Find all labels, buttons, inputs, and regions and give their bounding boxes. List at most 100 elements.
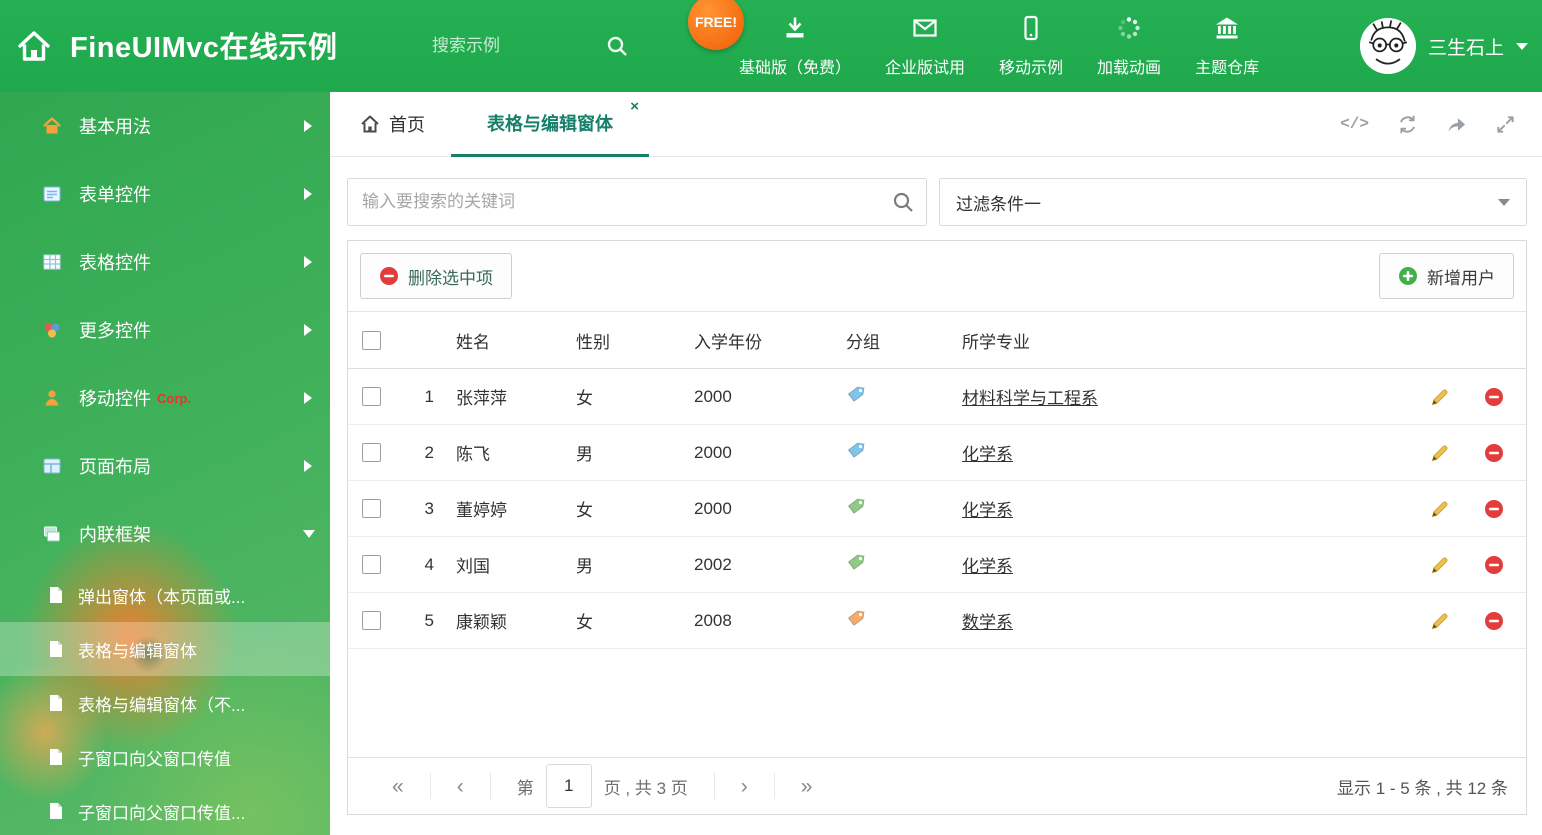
share-icon[interactable] [1446, 114, 1467, 135]
major-link[interactable]: 数学系 [962, 613, 1013, 632]
tab-home[interactable]: 首页 [330, 92, 451, 156]
sidebar-item[interactable]: 移动控件 Corp. [0, 364, 330, 432]
cell-gender: 男 [576, 557, 593, 576]
sidebar-subitem[interactable]: 表格与编辑窗体 [0, 622, 330, 676]
delete-icon[interactable] [1484, 387, 1504, 407]
page-prefix: 第 [516, 778, 534, 798]
header-search [430, 0, 628, 92]
mail-icon [911, 14, 939, 47]
next-page-button[interactable]: › [715, 771, 774, 801]
pagination-bar: « ‹ 第 1 页 , 共 3 页 › » 显示 1 - 5 条 , 共 12 … [348, 757, 1526, 814]
row-checkbox[interactable] [361, 499, 381, 518]
cell-gender: 女 [576, 389, 593, 408]
tab-active[interactable]: 表格与编辑窗体 × [451, 92, 649, 157]
row-checkbox[interactable] [361, 611, 381, 630]
chevron-right-icon [304, 188, 312, 200]
major-link[interactable]: 化学系 [962, 501, 1013, 520]
row-checkbox[interactable] [361, 387, 381, 406]
filter-row: 过滤条件一 [347, 178, 1527, 226]
keyword-search-input[interactable] [348, 179, 926, 225]
spinner-icon [1115, 14, 1143, 47]
sidebar-item[interactable]: 页面布局 [0, 432, 330, 500]
home-icon [42, 115, 64, 137]
corp-badge: Corp. [157, 390, 191, 406]
sidebar-subitem-label: 表格与编辑窗体 [78, 641, 197, 661]
app-window: FineUIMvc在线示例 FREE! 基础版（免费）企业版试用移动示例加载动画… [0, 0, 1542, 835]
edit-icon[interactable] [1430, 499, 1450, 519]
chevron-right-icon [304, 392, 312, 404]
group-tag-icon [840, 552, 956, 577]
cell-year: 2000 [694, 498, 732, 518]
record-summary: 显示 1 - 5 条 , 共 12 条 [1337, 778, 1508, 798]
file-icon [48, 748, 64, 766]
header-nav-spinner[interactable]: 加载动画 [1080, 14, 1178, 78]
select-all-checkbox[interactable] [361, 330, 381, 350]
col-name: 姓名 [456, 332, 490, 352]
delete-icon[interactable] [1484, 443, 1504, 463]
refresh-icon[interactable] [1397, 114, 1418, 135]
filter-dropdown[interactable]: 过滤条件一 [939, 178, 1527, 226]
sidebar-item[interactable]: 内联框架 [0, 500, 330, 568]
edit-icon[interactable] [1430, 611, 1450, 631]
tab-tools: </> [1340, 92, 1542, 156]
major-link[interactable]: 化学系 [962, 557, 1013, 576]
user-name: 三生石上 [1427, 37, 1504, 59]
table-row: 5 康颖颖 女 2008 数学系 [348, 593, 1526, 649]
sidebar-item[interactable]: 更多控件 [0, 296, 330, 364]
cell-name: 陈飞 [456, 445, 490, 464]
delete-selected-button[interactable]: 删除选中项 [360, 253, 512, 299]
file-icon [48, 640, 64, 658]
sidebar-subitem[interactable]: 子窗口向父窗口传值 [0, 730, 330, 784]
app-home-icon[interactable] [16, 28, 52, 64]
header-nav-label: 主题仓库 [1195, 60, 1260, 77]
group-tag-icon [840, 384, 956, 409]
sidebar-subitem[interactable]: 弹出窗体（本页面或... [0, 568, 330, 622]
first-page-button[interactable]: « [366, 771, 430, 801]
sidebar-subitem[interactable]: 表格与编辑窗体（不... [0, 676, 330, 730]
table-row: 2 陈飞 男 2000 化学系 [348, 425, 1526, 481]
source-code-icon[interactable]: </> [1340, 115, 1369, 133]
tab-home-label: 首页 [389, 115, 425, 135]
header-nav-mail[interactable]: 企业版试用 [868, 14, 982, 78]
tab-close-icon[interactable]: × [630, 99, 639, 114]
mobilectl-icon [42, 387, 64, 409]
table-row: 1 张萍萍 女 2000 材料科学与工程系 [348, 369, 1526, 425]
file-icon [48, 802, 64, 820]
row-checkbox[interactable] [361, 555, 381, 574]
prev-page-button[interactable]: ‹ [431, 771, 490, 801]
header-nav-bank[interactable]: 主题仓库 [1178, 14, 1276, 78]
edit-icon[interactable] [1430, 443, 1450, 463]
header-nav-label: 移动示例 [999, 60, 1064, 77]
header-search-input[interactable] [430, 35, 584, 57]
add-user-button[interactable]: 新增用户 [1379, 253, 1514, 299]
table-row: 3 董婷婷 女 2000 化学系 [348, 481, 1526, 537]
delete-icon[interactable] [1484, 555, 1504, 575]
sidebar-subitem-label: 表格与编辑窗体（不... [78, 695, 246, 715]
edit-icon[interactable] [1430, 555, 1450, 575]
search-icon[interactable] [606, 35, 628, 57]
table-icon [42, 251, 64, 273]
table-row: 4 刘国 男 2002 化学系 [348, 537, 1526, 593]
delete-icon[interactable] [1484, 499, 1504, 519]
sidebar-item[interactable]: 表格控件 [0, 228, 330, 296]
search-icon[interactable] [892, 191, 914, 213]
delete-icon[interactable] [1484, 611, 1504, 631]
sidebar-item[interactable]: 基本用法 [0, 92, 330, 160]
row-checkbox[interactable] [361, 443, 381, 462]
header-nav-mobile[interactable]: 移动示例 [982, 14, 1080, 78]
sidebar-item[interactable]: 表单控件 [0, 160, 330, 228]
expand-icon[interactable] [1495, 114, 1516, 135]
sidebar-item-label: 页面布局 [79, 457, 151, 477]
chevron-down-icon [1516, 42, 1528, 50]
major-link[interactable]: 材料科学与工程系 [962, 389, 1098, 408]
cell-gender: 女 [576, 613, 593, 632]
col-year: 入学年份 [694, 332, 762, 352]
page-number-input[interactable]: 1 [545, 764, 592, 808]
sidebar-subitem[interactable]: 子窗口向父窗口传值... [0, 784, 330, 835]
edit-icon[interactable] [1430, 387, 1450, 407]
last-page-button[interactable]: » [775, 771, 839, 801]
user-menu[interactable]: 三生石上 [1359, 0, 1528, 92]
cell-gender: 男 [576, 445, 593, 464]
col-major: 所学专业 [962, 332, 1030, 352]
major-link[interactable]: 化学系 [962, 445, 1013, 464]
